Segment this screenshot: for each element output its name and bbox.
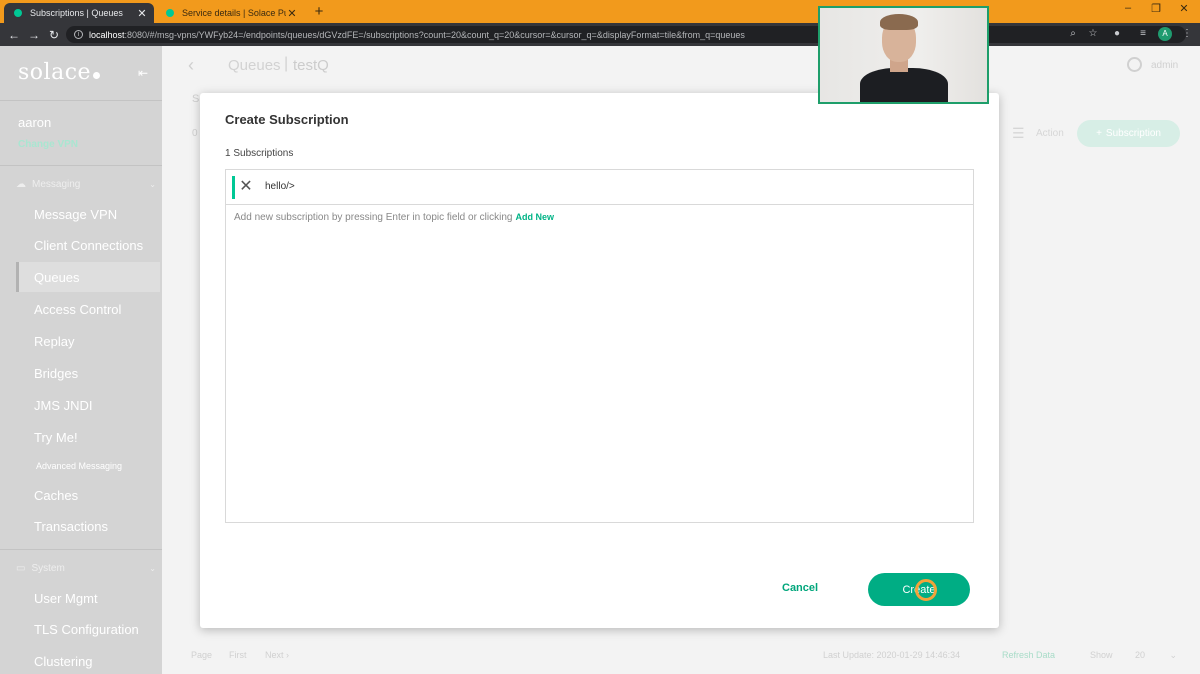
sidebar-item-transactions[interactable]: Transactions <box>16 511 160 541</box>
sidebar-divider <box>0 100 162 101</box>
zoom-icon[interactable]: ⌕ <box>1066 27 1080 41</box>
presenter-body <box>860 68 948 102</box>
sidebar-item-advanced-messaging[interactable]: Advanced Messaging <box>16 451 160 481</box>
subscription-row: ✕ hello/> <box>226 170 973 205</box>
sidebar-item-jms-jndi[interactable]: JMS JNDI <box>16 390 160 420</box>
plus-icon: + <box>1096 128 1102 139</box>
sidebar-item-queues[interactable]: Queues <box>16 262 160 292</box>
tab-favicon-icon <box>166 9 174 17</box>
user-label[interactable]: admin <box>1151 60 1178 71</box>
sidebar-divider <box>0 549 162 550</box>
sidebar-item-bridges[interactable]: Bridges <box>16 358 160 388</box>
hint-text: Add new subscription by pressing Enter i… <box>234 212 513 223</box>
last-update-text: Last Update: 2020-01-29 14:46:34 <box>823 650 961 660</box>
logo-dot <box>93 72 101 79</box>
extension-icon[interactable]: ● <box>1110 27 1124 41</box>
sidebar-item-clustering[interactable]: Clustering <box>16 646 160 674</box>
logo-text: solace <box>18 60 92 85</box>
create-subscription-dialog: Create Subscription 1 Subscriptions ✕ he… <box>200 93 999 628</box>
browser-menu-icon[interactable]: ⋮ <box>1180 27 1194 41</box>
back-chevron-icon[interactable]: ‹ <box>188 55 194 76</box>
cloud-icon: ☁ <box>16 179 26 190</box>
user-account-icon[interactable] <box>1127 57 1142 72</box>
sidebar-item-try-me[interactable]: Try Me! <box>16 422 160 452</box>
media-controls-icon[interactable]: ≡ <box>1136 27 1150 41</box>
sidebar-item-message-vpn[interactable]: Message VPN <box>16 199 160 229</box>
presenter-hair <box>880 14 918 30</box>
tab-partial-label: S <box>192 93 200 105</box>
tab-close-icon[interactable]: ✕ <box>136 7 148 20</box>
add-subscription-label: Subscription <box>1105 128 1161 139</box>
new-tab-button[interactable]: + <box>311 3 327 21</box>
pager-first-link[interactable]: First <box>229 650 247 660</box>
show-label: Show <box>1090 650 1113 660</box>
action-menu-label[interactable]: Action <box>1036 128 1064 139</box>
url-path: :8080/#/msg-vpns/YWFyb24=/endpoints/queu… <box>124 29 745 40</box>
sidebar-item-caches[interactable]: Caches <box>16 480 160 510</box>
collapse-sidebar-icon[interactable]: ⇤ <box>138 66 148 80</box>
tab-close-icon[interactable]: ✕ <box>286 7 298 20</box>
browser-address-bar: ← → ↻ i localhost:8080/#/msg-vpns/YWFyb2… <box>0 23 1200 46</box>
sidebar-item-tls-configuration[interactable]: TLS Configuration <box>16 614 160 644</box>
add-subscription-hint: Add new subscription by pressing Enter i… <box>234 212 554 223</box>
profile-avatar[interactable]: A <box>1158 27 1172 41</box>
app-sidebar: solace ⇤ aaron Change VPN ☁ Messaging ⌄ … <box>0 46 162 674</box>
add-new-link[interactable]: Add New <box>515 212 554 222</box>
sidebar-item-client-connections[interactable]: Client Connections <box>16 230 160 260</box>
sidebar-item-replay[interactable]: Replay <box>16 326 160 356</box>
bookmark-star-icon[interactable]: ☆ <box>1086 27 1100 41</box>
chevron-down-icon: ⌄ <box>149 564 156 573</box>
chevron-down-icon: ⌄ <box>1169 650 1178 660</box>
tab-favicon-icon <box>14 9 22 17</box>
topic-field[interactable]: hello/> <box>265 181 295 192</box>
site-info-icon[interactable]: i <box>74 30 83 39</box>
restore-icon[interactable]: ❐ <box>1146 2 1166 15</box>
username: aaron <box>18 115 52 130</box>
window-close-icon[interactable]: ✕ <box>1174 2 1194 15</box>
section-messaging[interactable]: ☁ Messaging ⌄ <box>16 179 156 190</box>
breadcrumb-separator: | <box>284 55 289 72</box>
add-subscription-button[interactable]: + Subscription <box>1077 120 1180 147</box>
minimize-icon[interactable]: – <box>1118 2 1138 14</box>
server-icon: ▭ <box>16 563 26 574</box>
tab-title: Subscriptions | Queues <box>30 8 123 18</box>
chevron-down-icon: ⌄ <box>149 180 156 189</box>
browser-tab-service-details[interactable]: Service details | Solace PubSub+ ✕ <box>156 3 304 23</box>
pager-next-link[interactable]: Next › <box>265 650 289 660</box>
dialog-title: Create Subscription <box>225 112 349 127</box>
count-partial-label: 0 <box>192 128 198 139</box>
tab-title: Service details | Solace PubSub+ <box>182 8 286 18</box>
section-label: Messaging <box>32 179 81 190</box>
pager-page-label: Page <box>191 650 213 660</box>
webcam-overlay <box>818 6 989 104</box>
section-system[interactable]: ▭ System ⌄ <box>16 563 156 574</box>
browser-tab-bar: Subscriptions | Queues ✕ Service details… <box>0 0 1200 23</box>
section-label: System <box>31 563 65 574</box>
chevron-right-icon: › <box>286 650 290 660</box>
url-field[interactable]: i localhost:8080/#/msg-vpns/YWFyb24=/end… <box>66 26 1186 43</box>
refresh-data-link[interactable]: Refresh Data <box>1002 650 1055 660</box>
breadcrumb-queue-name: testQ <box>293 57 329 74</box>
url-host: localhost <box>89 29 125 40</box>
row-focus-indicator <box>232 176 235 199</box>
sidebar-divider <box>0 165 162 166</box>
solace-logo: solace <box>18 60 101 85</box>
change-vpn-link[interactable]: Change VPN <box>18 139 78 150</box>
sidebar-item-user-mgmt[interactable]: User Mgmt <box>16 583 160 613</box>
mouse-cursor-highlight <box>915 579 937 601</box>
subscription-count: 1 Subscriptions <box>225 148 294 159</box>
breadcrumb-queues[interactable]: Queues <box>228 57 281 74</box>
reload-icon[interactable]: ↻ <box>46 27 62 43</box>
sidebar-item-access-control[interactable]: Access Control <box>16 294 160 324</box>
forward-arrow-icon[interactable]: → <box>26 27 42 43</box>
page-size-select[interactable]: 20 ⌄ <box>1135 650 1177 661</box>
pager-next-label: Next <box>265 650 284 660</box>
cancel-button[interactable]: Cancel <box>782 582 818 594</box>
subscription-list: ✕ hello/> Add new subscription by pressi… <box>225 169 974 523</box>
browser-tab-subscriptions[interactable]: Subscriptions | Queues ✕ <box>4 3 154 23</box>
sliders-icon[interactable]: ☰ <box>1012 125 1025 142</box>
page-size-value: 20 <box>1135 650 1146 660</box>
remove-subscription-icon[interactable]: ✕ <box>238 178 254 196</box>
back-arrow-icon[interactable]: ← <box>6 27 22 43</box>
